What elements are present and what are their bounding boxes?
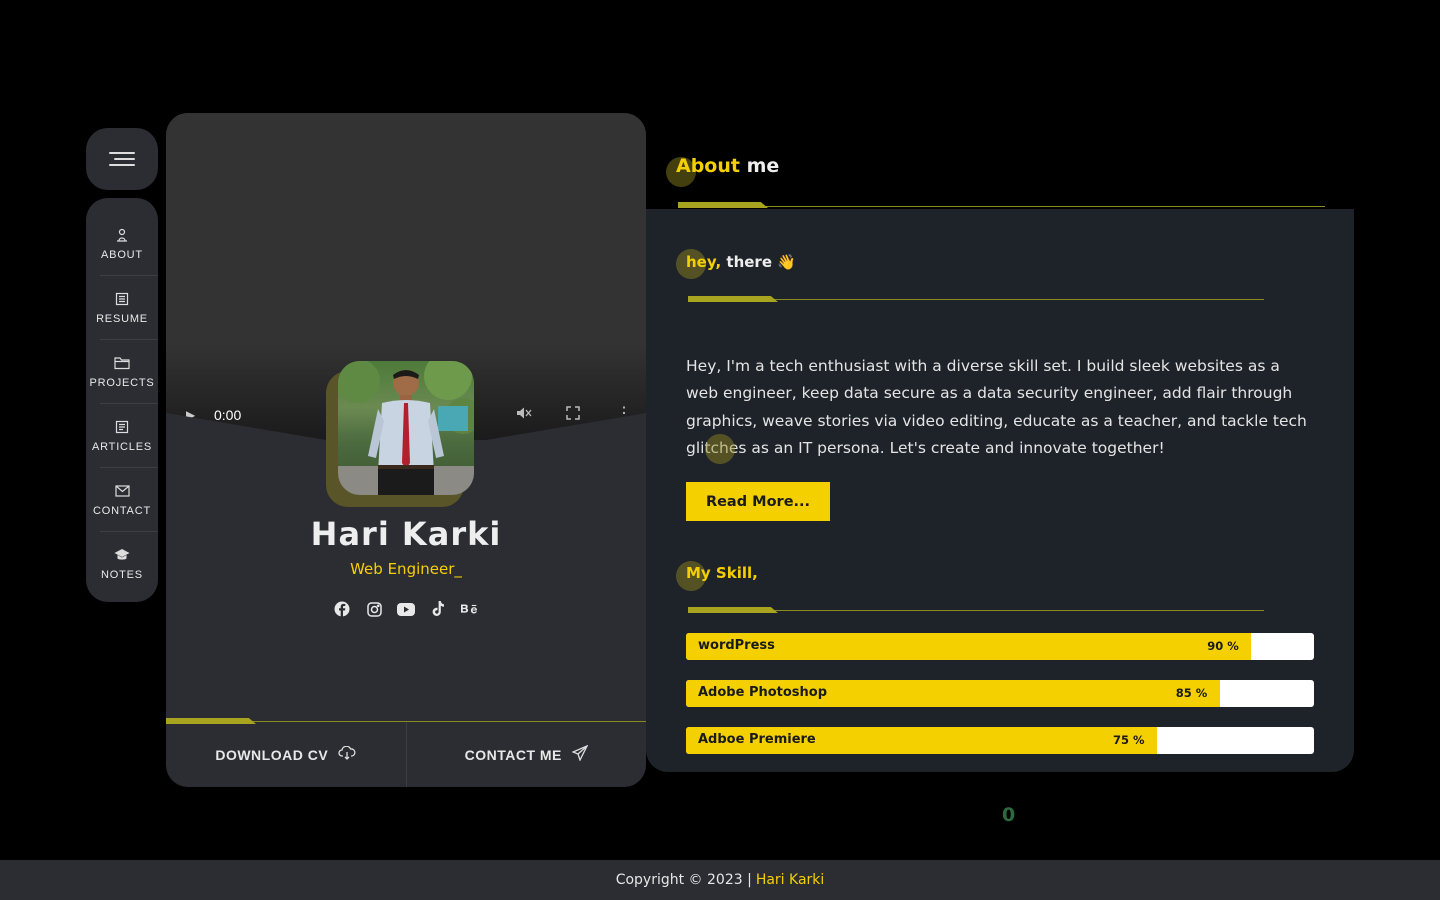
footer-author-link[interactable]: Hari Karki <box>756 872 824 888</box>
behance-icon[interactable] <box>461 600 479 618</box>
skill-bar: Adboe Premiere 75 % <box>686 727 1314 754</box>
instagram-icon[interactable] <box>365 600 383 618</box>
avatar <box>338 361 474 495</box>
greeting-heading: hey, there 👋 <box>686 253 796 271</box>
profile-name: Hari Karki <box>310 515 502 553</box>
nav-label: NOTES <box>101 569 143 581</box>
skill-percent: 75 % <box>1113 733 1145 747</box>
skill-bar: wordPress 90 % <box>686 633 1314 660</box>
about-title-underline <box>678 206 1325 207</box>
read-more-button[interactable]: Read More... <box>686 482 830 521</box>
skills-heading: My Skill, <box>686 564 758 582</box>
folder-icon <box>114 355 130 371</box>
decorative-dot <box>705 434 735 464</box>
contact-me-button[interactable]: CONTACT ME <box>405 722 647 787</box>
nav-label: CONTACT <box>93 505 151 517</box>
card-actions: DOWNLOAD CV CONTACT ME <box>166 722 646 787</box>
graduation-cap-icon <box>114 547 130 563</box>
profile-role: Web Engineer_ <box>350 560 462 578</box>
nav-label: PROJECTS <box>89 377 155 389</box>
skill-name: Adboe Premiere <box>698 732 816 747</box>
download-cv-button[interactable]: DOWNLOAD CV <box>166 722 406 787</box>
facebook-icon[interactable] <box>333 600 351 618</box>
tiktok-icon[interactable] <box>429 600 447 618</box>
article-icon <box>114 419 130 435</box>
skill-name: Adobe Photoshop <box>698 685 828 700</box>
avatar-container <box>326 361 476 509</box>
user-icon <box>114 227 130 243</box>
mail-icon <box>114 483 130 499</box>
skill-bar: Adobe Photoshop 85 % <box>686 680 1314 707</box>
youtube-icon[interactable] <box>397 600 415 618</box>
contact-me-label: CONTACT ME <box>464 746 562 763</box>
about-panel: hey, there 👋 Hey, I'm a tech enthusiast … <box>646 209 1354 772</box>
counter-value: 0 <box>1002 804 1016 826</box>
side-navigation: ABOUT RESUME PROJECTS ARTICLES CONTACT N… <box>86 198 158 602</box>
cloud-download-icon <box>338 745 356 763</box>
footer: Copyright © 2023 | Hari Karki <box>0 860 1440 900</box>
nav-item-projects[interactable]: PROJECTS <box>86 340 158 404</box>
skill-percent: 85 % <box>1175 686 1208 700</box>
skill-name: wordPress <box>698 638 775 653</box>
nav-label: RESUME <box>96 313 148 325</box>
nav-label: ABOUT <box>101 249 143 261</box>
social-links <box>166 600 646 618</box>
skill-percent: 90 % <box>1207 639 1239 653</box>
hamburger-icon <box>109 148 135 170</box>
download-cv-label: DOWNLOAD CV <box>215 746 329 763</box>
bio-text: Hey, I'm a tech enthusiast with a divers… <box>686 357 1307 457</box>
menu-toggle-button[interactable] <box>86 128 158 190</box>
resume-icon <box>114 291 130 307</box>
paper-plane-icon <box>571 744 589 764</box>
nav-item-about[interactable]: ABOUT <box>86 212 158 276</box>
about-title-underline-accent <box>678 202 768 208</box>
nav-label: ARTICLES <box>92 441 152 453</box>
nav-item-resume[interactable]: RESUME <box>86 276 158 340</box>
greeting-underline-accent <box>688 296 778 302</box>
profile-card: ▶ 0:00 ⋮ Hari Karki Web Engineer_ DOWNLO… <box>166 113 646 787</box>
nav-item-articles[interactable]: ARTICLES <box>86 404 158 468</box>
nav-item-contact[interactable]: CONTACT <box>86 468 158 532</box>
nav-item-notes[interactable]: NOTES <box>86 532 158 596</box>
about-title: About me <box>676 155 780 177</box>
skills-underline-accent <box>688 607 778 613</box>
copyright-text: Copyright © 2023 | <box>615 872 752 888</box>
